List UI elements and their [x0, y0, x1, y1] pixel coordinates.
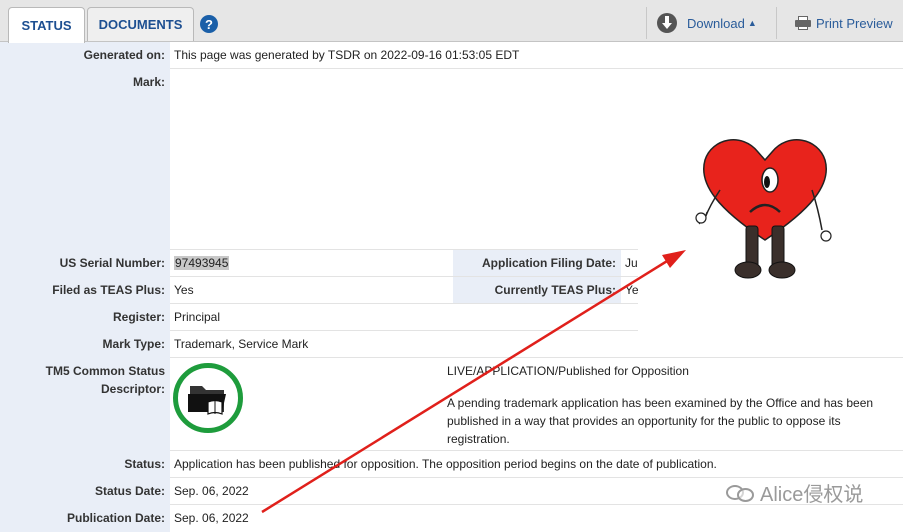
serial-value: 97493945	[174, 256, 230, 270]
status-date-label: Status Date:	[94, 484, 165, 498]
mark-type-value: Trademark, Service Mark	[174, 337, 309, 351]
tm5-status-description: A pending trademark application has been…	[447, 396, 874, 446]
status-date-value: Sep. 06, 2022	[174, 484, 249, 498]
generated-value: This page was generated by TSDR on 2022-…	[174, 48, 520, 62]
generated-label: Generated on:	[83, 48, 165, 62]
print-preview-label: Print Preview	[816, 15, 893, 31]
chat-bubbles-icon	[726, 482, 756, 504]
teas-plus-label: Filed as TEAS Plus:	[52, 283, 165, 297]
print-preview-button[interactable]: Print Preview	[776, 7, 898, 39]
mark-label: Mark:	[132, 75, 165, 89]
tab-documents[interactable]: DOCUMENTS	[87, 7, 194, 41]
serial-label: US Serial Number:	[59, 256, 165, 270]
download-button[interactable]: Download ▲	[646, 7, 774, 39]
tm5-status-title: LIVE/APPLICATION/Published for Oppositio…	[447, 364, 689, 378]
watermark: Alice侵权说	[726, 478, 863, 507]
current-teas-value: Ye	[625, 283, 639, 297]
download-icon	[657, 13, 677, 33]
printer-icon	[795, 16, 811, 30]
tab-status[interactable]: STATUS	[8, 7, 85, 43]
current-teas-label: Currently TEAS Plus:	[494, 283, 616, 297]
filing-date-value: Ju	[625, 256, 638, 270]
mark-type-label: Mark Type:	[102, 337, 165, 351]
top-toolbar: STATUS DOCUMENTS ? Download ▲ Print Prev…	[0, 0, 903, 43]
help-icon[interactable]: ?	[200, 15, 218, 33]
publication-date-label: Publication Date:	[66, 511, 165, 525]
mark-image	[695, 139, 832, 279]
watermark-text: Alice侵权说	[760, 484, 864, 506]
register-value: Principal	[174, 310, 221, 324]
teas-plus-value: Yes	[174, 283, 194, 297]
folder-book-icon	[173, 363, 243, 433]
download-label: Download	[687, 15, 745, 31]
filing-date-label: Application Filing Date:	[482, 256, 616, 270]
tm5-label-line2: Descriptor:	[100, 382, 165, 396]
status-label: Status:	[124, 457, 165, 471]
publication-date-value: Sep. 06, 2022	[174, 511, 249, 525]
tm5-label-line1: TM5 Common Status	[45, 364, 165, 378]
status-value: Application has been published for oppos…	[174, 457, 717, 471]
register-label: Register:	[112, 310, 165, 324]
caret-up-icon: ▲	[747, 18, 757, 28]
